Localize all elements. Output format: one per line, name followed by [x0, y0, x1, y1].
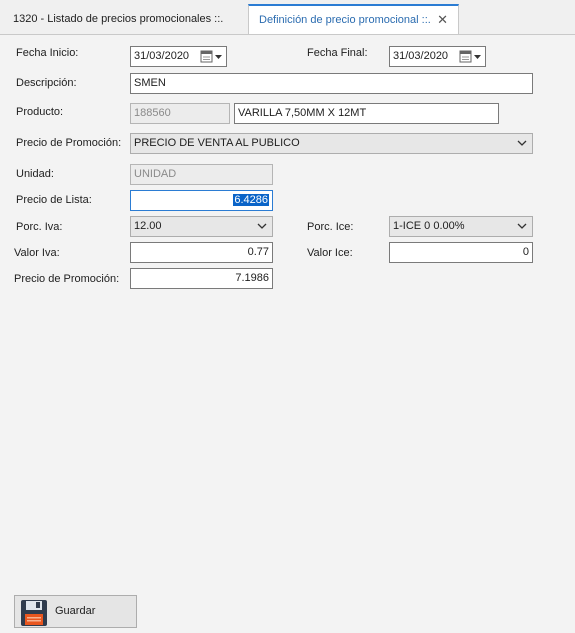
- producto-code-input: 188560: [130, 103, 230, 124]
- chevron-down-icon: [517, 223, 527, 229]
- fecha-inicio-value: 31/03/2020: [134, 50, 190, 62]
- valor-ice-value: 0: [522, 246, 529, 258]
- valor-ice-label: Valor Ice:: [307, 247, 353, 259]
- chevron-down-icon: [517, 140, 527, 146]
- calendar-dropdown-icon[interactable]: [200, 49, 224, 64]
- porc-iva-label: Porc. Iva:: [16, 221, 63, 233]
- unidad-input: UNIDAD: [130, 164, 273, 185]
- precio-lista-value: 6.4286: [233, 194, 269, 206]
- fecha-final-value: 31/03/2020: [393, 50, 449, 62]
- unidad-value: UNIDAD: [134, 168, 177, 180]
- producto-code-value: 188560: [134, 107, 171, 119]
- floppy-disk-icon: [21, 600, 47, 626]
- valor-iva-input[interactable]: 0.77: [130, 242, 273, 263]
- precio-promocion-tipo-select[interactable]: PRECIO DE VENTA AL PUBLICO: [130, 133, 533, 154]
- porc-ice-label: Porc. Ice:: [307, 221, 354, 233]
- fecha-final-label: Fecha Final:: [307, 47, 368, 59]
- tab-label: 1320 - Listado de precios promocionales …: [13, 13, 224, 25]
- chevron-down-icon: [257, 223, 267, 229]
- porc-iva-select[interactable]: 12.00: [130, 216, 273, 237]
- precio-promocion-tipo-value: PRECIO DE VENTA AL PUBLICO: [134, 137, 300, 149]
- calendar-dropdown-icon[interactable]: [459, 49, 483, 64]
- precio-promocion-tipo-label: Precio de Promoción:: [16, 137, 122, 149]
- fecha-inicio-label: Fecha Inicio:: [16, 47, 79, 59]
- producto-name-input[interactable]: VARILLA 7,50MM X 12MT: [234, 103, 499, 124]
- producto-label: Producto:: [16, 106, 64, 118]
- valor-iva-value: 0.77: [247, 246, 269, 258]
- fecha-inicio-input[interactable]: 31/03/2020: [130, 46, 227, 67]
- close-icon[interactable]: ✕: [437, 6, 448, 34]
- producto-name-value: VARILLA 7,50MM X 12MT: [238, 107, 367, 119]
- descripcion-label: Descripción:: [16, 77, 77, 89]
- precio-promocion-value: 7.1986: [235, 272, 269, 284]
- tab-label: Definición de precio promocional ::.: [259, 14, 431, 26]
- fecha-final-input[interactable]: 31/03/2020: [389, 46, 486, 67]
- precio-promocion-input[interactable]: 7.1986: [130, 268, 273, 289]
- tab-bar: 1320 - Listado de precios promocionales …: [0, 0, 575, 35]
- descripcion-value: SMEN: [134, 77, 166, 89]
- descripcion-input[interactable]: SMEN: [130, 73, 533, 94]
- tab-definicion-precio[interactable]: Definición de precio promocional ::. ✕: [248, 4, 459, 34]
- save-button-label: Guardar: [55, 605, 96, 617]
- precio-promocion-label: Precio de Promoción:: [14, 273, 120, 285]
- precio-lista-label: Precio de Lista:: [16, 194, 92, 206]
- porc-ice-select[interactable]: 1-ICE 0 0.00%: [389, 216, 533, 237]
- save-button[interactable]: Guardar: [14, 595, 137, 628]
- porc-ice-value: 1-ICE 0 0.00%: [393, 220, 465, 232]
- tab-listado-precios[interactable]: 1320 - Listado de precios promocionales …: [0, 5, 247, 34]
- form-panel: Fecha Inicio: 31/03/2020 Fecha Final: 31…: [0, 35, 575, 633]
- unidad-label: Unidad:: [16, 168, 54, 180]
- porc-iva-value: 12.00: [134, 220, 162, 232]
- precio-lista-input[interactable]: 6.4286: [130, 190, 273, 211]
- valor-iva-label: Valor Iva:: [14, 247, 60, 259]
- valor-ice-input[interactable]: 0: [389, 242, 533, 263]
